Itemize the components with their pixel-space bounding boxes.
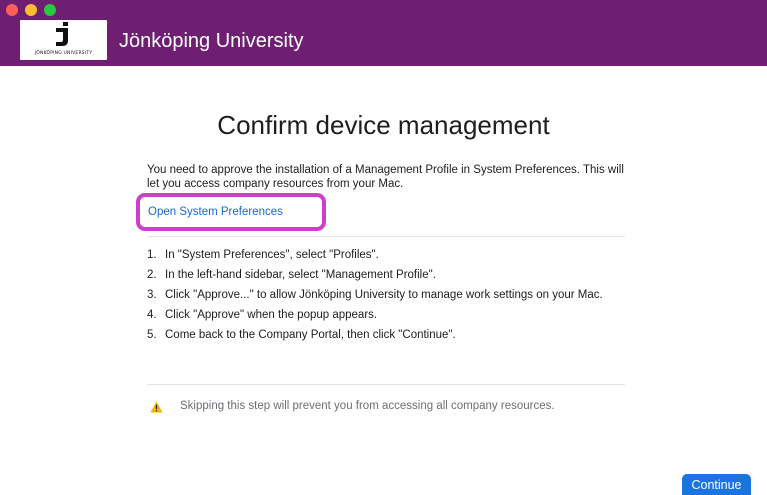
warning-icon [150,401,163,413]
close-button[interactable] [6,4,18,16]
divider [147,236,625,237]
step-text: In the left-hand sidebar, select "Manage… [165,269,436,281]
step-text: Click "Approve" when the popup appears. [165,309,378,321]
steps-list: 1. In "System Preferences", select "Prof… [147,248,617,348]
step-number: 2. [147,269,157,281]
intro-text: You need to approve the installation of … [147,164,624,190]
list-item: 2. In the left-hand sidebar, select "Man… [147,268,617,282]
step-text: In "System Preferences", select "Profile… [165,249,379,261]
app-header: JÖNKÖPING UNIVERSITY Jönköping Universit… [0,0,767,66]
app-title: Jönköping University [119,30,304,52]
zoom-button[interactable] [44,4,56,16]
open-system-preferences-link[interactable]: Open System Preferences [148,206,283,218]
list-item: 4. Click "Approve" when the popup appear… [147,308,617,322]
step-text: Click "Approve..." to allow Jönköping Un… [165,289,603,301]
university-logo: JÖNKÖPING UNIVERSITY [20,20,107,60]
step-number: 3. [147,289,157,301]
step-number: 4. [147,309,157,321]
logo-mark-icon [56,22,68,46]
list-item: 5. Come back to the Company Portal, then… [147,328,617,342]
list-item: 1. In "System Preferences", select "Prof… [147,248,617,262]
minimize-button[interactable] [25,4,37,16]
continue-button[interactable]: Continue [682,474,751,495]
page-title: Confirm device management [217,110,550,140]
step-number: 1. [147,249,157,261]
step-number: 5. [147,329,157,341]
list-item: 3. Click "Approve..." to allow Jönköping… [147,288,617,302]
step-text: Come back to the Company Portal, then cl… [165,329,456,341]
warning-text: Skipping this step will prevent you from… [180,400,555,412]
logo-text: JÖNKÖPING UNIVERSITY [34,51,93,56]
divider [147,384,625,385]
